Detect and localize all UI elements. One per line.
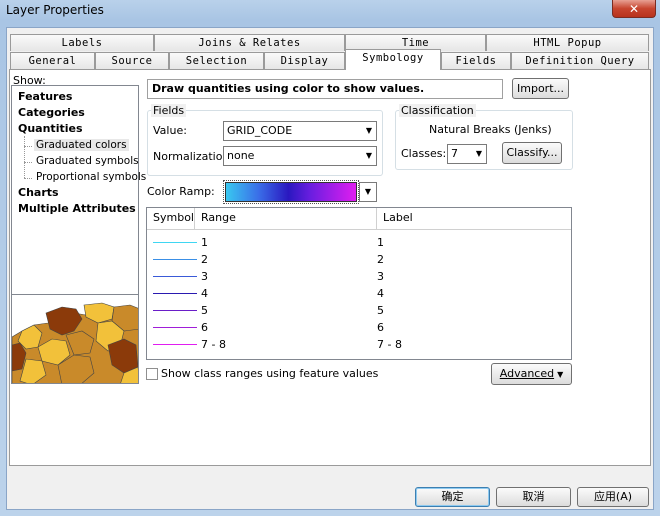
tab-source[interactable]: Source [95, 52, 169, 69]
class-range[interactable]: 2 [201, 251, 208, 268]
tab-html-popup[interactable]: HTML Popup [486, 34, 649, 51]
class-range[interactable]: 1 [201, 234, 208, 251]
apply-button[interactable]: 应用(A) [577, 487, 649, 507]
class-symbol-swatch[interactable] [153, 310, 197, 311]
title-bar[interactable]: Layer Properties ✕ [0, 0, 660, 24]
tab-joins-relates[interactable]: Joins & Relates [154, 34, 345, 51]
table-row[interactable]: 33 [147, 268, 571, 285]
tree-item-charts[interactable]: Charts [18, 186, 59, 199]
class-label[interactable]: 1 [377, 234, 384, 251]
class-symbol-swatch[interactable] [153, 327, 197, 328]
column-header-symbol[interactable]: Symbol [147, 208, 195, 230]
color-ramp-label: Color Ramp: [147, 185, 215, 198]
tree-connector [24, 162, 32, 163]
tab-definition-query[interactable]: Definition Query [511, 52, 649, 69]
cancel-button[interactable]: 取消 [496, 487, 571, 507]
dialog-client: Labels Joins & Relates Time HTML Popup G… [6, 27, 654, 510]
chevron-down-icon: ▼ [557, 370, 564, 379]
value-label: Value: [153, 124, 187, 137]
tab-display[interactable]: Display [264, 52, 345, 69]
class-symbol-swatch[interactable] [153, 293, 197, 294]
class-range[interactable]: 3 [201, 268, 208, 285]
class-symbol-swatch[interactable] [153, 276, 197, 277]
table-row[interactable]: 66 [147, 319, 571, 336]
tree-item-categories[interactable]: Categories [18, 106, 85, 119]
classification-group-label: Classification [399, 104, 476, 117]
fields-group [147, 110, 383, 176]
class-symbol-swatch[interactable] [153, 259, 197, 260]
classification-method: Natural Breaks (Jenks) [429, 123, 552, 136]
show-class-ranges-label: Show class ranges using feature values [161, 367, 379, 380]
symbol-class-table[interactable]: Symbol Range Label 1122334455667 - 87 - … [146, 207, 572, 360]
normalization-combo-text: none [227, 149, 255, 162]
table-row[interactable]: 22 [147, 251, 571, 268]
classify-button[interactable]: Classify... [502, 142, 562, 164]
class-range[interactable]: 7 - 8 [201, 336, 226, 353]
column-header-range[interactable]: Range [195, 208, 377, 230]
import-button[interactable]: Import... [512, 78, 569, 99]
class-range[interactable]: 6 [201, 319, 208, 336]
window-title: Layer Properties [6, 3, 104, 17]
ok-button[interactable]: 确定 [415, 487, 490, 507]
chevron-down-icon: ▼ [365, 151, 372, 160]
show-tree[interactable]: Features Categories Quantities Graduated… [11, 85, 146, 316]
value-combo[interactable]: GRID_CODE ▼ [223, 121, 377, 141]
tree-item-proportional-symbols[interactable]: Proportional symbols [36, 171, 146, 183]
symbology-description: Draw quantities using color to show valu… [147, 79, 503, 99]
close-icon[interactable]: ✕ [612, 0, 656, 18]
normalization-combo[interactable]: none ▼ [223, 146, 377, 166]
table-row[interactable]: 11 [147, 234, 571, 251]
chevron-down-icon: ▼ [475, 149, 482, 158]
class-label[interactable]: 3 [377, 268, 384, 285]
advanced-button[interactable]: Advanced ▼ [491, 363, 572, 385]
tree-connector [24, 178, 32, 179]
table-row[interactable]: 7 - 8 7 - 8 [147, 336, 571, 353]
tab-labels[interactable]: Labels [10, 34, 154, 51]
class-symbol-swatch[interactable] [153, 344, 197, 345]
table-row[interactable]: 44 [147, 285, 571, 302]
normalization-label: Normalization: [153, 150, 234, 163]
class-range[interactable]: 5 [201, 302, 208, 319]
tree-item-graduated-symbols[interactable]: Graduated symbols [36, 155, 139, 167]
fields-group-label: Fields [151, 104, 187, 117]
tab-general[interactable]: General [10, 52, 95, 69]
tree-item-quantities[interactable]: Quantities [18, 122, 83, 135]
class-label[interactable]: 4 [377, 285, 384, 302]
tree-connector [24, 136, 25, 178]
chevron-down-icon[interactable]: ▼ [359, 182, 377, 202]
classes-label: Classes: [401, 147, 447, 160]
class-label[interactable]: 6 [377, 319, 384, 336]
class-symbol-swatch[interactable] [153, 242, 197, 243]
tree-item-features[interactable]: Features [18, 90, 72, 103]
class-label[interactable]: 7 - 8 [377, 336, 402, 353]
classes-combo[interactable]: 7 ▼ [447, 144, 487, 164]
class-range[interactable]: 4 [201, 285, 208, 302]
advanced-button-label: Advanced [499, 367, 555, 380]
tree-item-multiple-attributes[interactable]: Multiple Attributes [18, 202, 136, 215]
classes-combo-text: 7 [451, 147, 458, 160]
class-label[interactable]: 2 [377, 251, 384, 268]
tab-selection[interactable]: Selection [169, 52, 264, 69]
map-preview-image [12, 295, 138, 383]
tree-item-graduated-colors[interactable]: Graduated colors [34, 139, 129, 151]
color-ramp-swatch[interactable] [223, 180, 359, 204]
layer-properties-window: Layer Properties ✕ Labels Joins & Relate… [0, 0, 660, 516]
tab-fields[interactable]: Fields [441, 52, 511, 69]
class-label[interactable]: 5 [377, 302, 384, 319]
show-class-ranges-checkbox[interactable] [146, 368, 158, 380]
table-row[interactable]: 55 [147, 302, 571, 319]
tab-symbology[interactable]: Symbology [345, 49, 441, 70]
column-header-label[interactable]: Label [377, 208, 571, 230]
value-combo-text: GRID_CODE [227, 124, 293, 137]
chevron-down-icon: ▼ [365, 126, 372, 135]
tree-connector [24, 146, 32, 147]
map-preview [11, 294, 139, 384]
